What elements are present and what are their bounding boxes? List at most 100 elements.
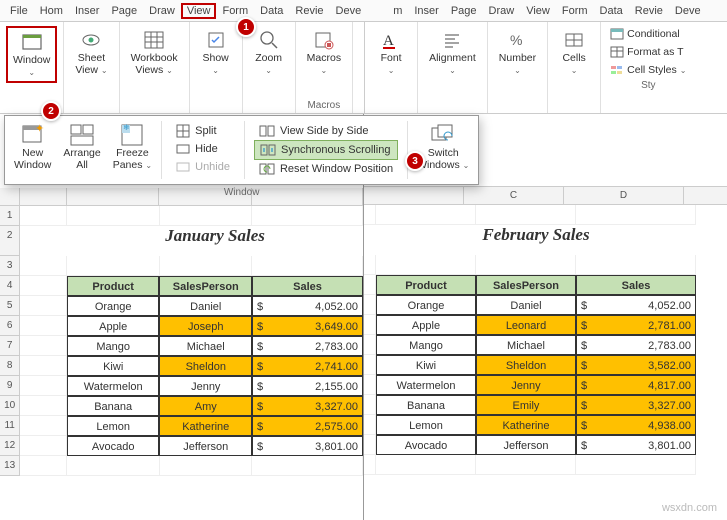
col-header-c[interactable]: C: [464, 187, 564, 204]
split-button[interactable]: Split: [171, 122, 235, 140]
table-cell[interactable]: Jefferson: [159, 436, 252, 456]
table-cell[interactable]: Katherine: [159, 416, 252, 436]
table-cell[interactable]: Joseph: [159, 316, 252, 336]
show-button[interactable]: Show⌄: [196, 26, 236, 79]
row-header[interactable]: 2: [0, 226, 20, 256]
table-header[interactable]: Sales: [252, 276, 363, 296]
tab-data[interactable]: Data: [254, 3, 289, 19]
table-cell[interactable]: Watermelon: [376, 375, 476, 395]
table-cell[interactable]: $2,155.00: [252, 376, 363, 396]
sheet-view-button[interactable]: SheetView ⌄: [70, 26, 112, 79]
row-header[interactable]: 7: [0, 336, 20, 356]
macros-button[interactable]: Macros⌄: [302, 26, 346, 79]
view-side-by-side-button[interactable]: View Side by Side: [254, 122, 398, 140]
row-header[interactable]: 3: [0, 256, 20, 276]
tab-view[interactable]: View: [181, 3, 217, 19]
table-cell[interactable]: $4,938.00: [576, 415, 696, 435]
font-button[interactable]: A Font⌄: [371, 26, 411, 79]
row-header[interactable]: 5: [0, 296, 20, 316]
table-cell[interactable]: $4,052.00: [576, 295, 696, 315]
table-cell[interactable]: Watermelon: [67, 376, 160, 396]
table-cell[interactable]: $3,801.00: [576, 435, 696, 455]
table-cell[interactable]: Banana: [67, 396, 160, 416]
tab-deve[interactable]: Deve: [669, 3, 707, 19]
table-cell[interactable]: $2,783.00: [576, 335, 696, 355]
table-header[interactable]: SalesPerson: [476, 275, 576, 295]
table-cell[interactable]: $3,327.00: [252, 396, 363, 416]
hide-button[interactable]: Hide: [171, 140, 235, 158]
table-cell[interactable]: Daniel: [476, 295, 576, 315]
table-cell[interactable]: Michael: [476, 335, 576, 355]
zoom-button[interactable]: Zoom⌄: [249, 26, 289, 79]
table-cell[interactable]: $4,817.00: [576, 375, 696, 395]
table-cell[interactable]: $2,781.00: [576, 315, 696, 335]
row-header[interactable]: 6: [0, 316, 20, 336]
table-header[interactable]: Sales: [576, 275, 696, 295]
table-cell[interactable]: Jenny: [476, 375, 576, 395]
new-window-button[interactable]: ✦ NewWindow: [8, 119, 57, 181]
row-header[interactable]: 8: [0, 356, 20, 376]
table-cell[interactable]: $3,582.00: [576, 355, 696, 375]
table-cell[interactable]: Lemon: [376, 415, 476, 435]
tab-form[interactable]: Form: [216, 3, 254, 19]
row-header[interactable]: 10: [0, 396, 20, 416]
alignment-button[interactable]: Alignment⌄: [424, 26, 481, 79]
tab-page[interactable]: Page: [105, 3, 143, 19]
row-header[interactable]: 1: [0, 206, 20, 226]
table-cell[interactable]: Sheldon: [159, 356, 252, 376]
table-cell[interactable]: Sheldon: [476, 355, 576, 375]
table-header[interactable]: SalesPerson: [159, 276, 252, 296]
tab-revie[interactable]: Revie: [629, 3, 669, 19]
number-button[interactable]: % Number⌄: [494, 26, 541, 79]
table-cell[interactable]: Orange: [67, 296, 160, 316]
tab-hom[interactable]: Hom: [34, 3, 69, 19]
switch-windows-button[interactable]: SwitchWindows ⌄: [411, 119, 475, 181]
row-header[interactable]: 12: [0, 436, 20, 456]
table-cell[interactable]: Apple: [376, 315, 476, 335]
format-as-table-button[interactable]: Format as T: [607, 44, 689, 60]
tab-draw[interactable]: Draw: [483, 3, 521, 19]
table-cell[interactable]: Mango: [376, 335, 476, 355]
tab-page[interactable]: Page: [445, 3, 483, 19]
table-cell[interactable]: Daniel: [159, 296, 252, 316]
tab-file[interactable]: File: [4, 3, 34, 19]
table-cell[interactable]: $3,801.00: [252, 436, 363, 456]
table-cell[interactable]: $2,575.00: [252, 416, 363, 436]
row-header[interactable]: 11: [0, 416, 20, 436]
table-cell[interactable]: Michael: [159, 336, 252, 356]
table-cell[interactable]: Orange: [376, 295, 476, 315]
table-cell[interactable]: $4,052.00: [252, 296, 363, 316]
tab-view[interactable]: View: [520, 3, 556, 19]
tab-draw[interactable]: Draw: [143, 3, 181, 19]
row-header[interactable]: 13: [0, 456, 20, 476]
table-cell[interactable]: Avocado: [67, 436, 160, 456]
workbook-views-button[interactable]: WorkbookViews ⌄: [126, 26, 183, 79]
synchronous-scrolling-button[interactable]: Synchronous Scrolling: [254, 140, 398, 160]
table-cell[interactable]: Katherine: [476, 415, 576, 435]
table-cell[interactable]: $2,783.00: [252, 336, 363, 356]
table-cell[interactable]: Banana: [376, 395, 476, 415]
table-cell[interactable]: Emily: [476, 395, 576, 415]
table-cell[interactable]: Lemon: [67, 416, 160, 436]
table-cell[interactable]: Jenny: [159, 376, 252, 396]
table-cell[interactable]: Jefferson: [476, 435, 576, 455]
tab-data[interactable]: Data: [594, 3, 629, 19]
tab-m[interactable]: m: [387, 3, 408, 19]
table-cell[interactable]: Amy: [159, 396, 252, 416]
cells-button[interactable]: Cells⌄: [554, 26, 594, 79]
row-header[interactable]: 4: [0, 276, 20, 296]
table-cell[interactable]: $3,327.00: [576, 395, 696, 415]
table-cell[interactable]: Kiwi: [67, 356, 160, 376]
tab-inser[interactable]: Inser: [69, 3, 105, 19]
tab-revie[interactable]: Revie: [289, 3, 329, 19]
table-header[interactable]: Product: [376, 275, 476, 295]
table-cell[interactable]: Leonard: [476, 315, 576, 335]
row-header[interactable]: 9: [0, 376, 20, 396]
table-cell[interactable]: Avocado: [376, 435, 476, 455]
window-button[interactable]: Window⌄: [6, 26, 57, 83]
table-cell[interactable]: $2,741.00: [252, 356, 363, 376]
table-cell[interactable]: Mango: [67, 336, 160, 356]
table-cell[interactable]: Kiwi: [376, 355, 476, 375]
table-header[interactable]: Product: [67, 276, 160, 296]
tab-form[interactable]: Form: [556, 3, 594, 19]
